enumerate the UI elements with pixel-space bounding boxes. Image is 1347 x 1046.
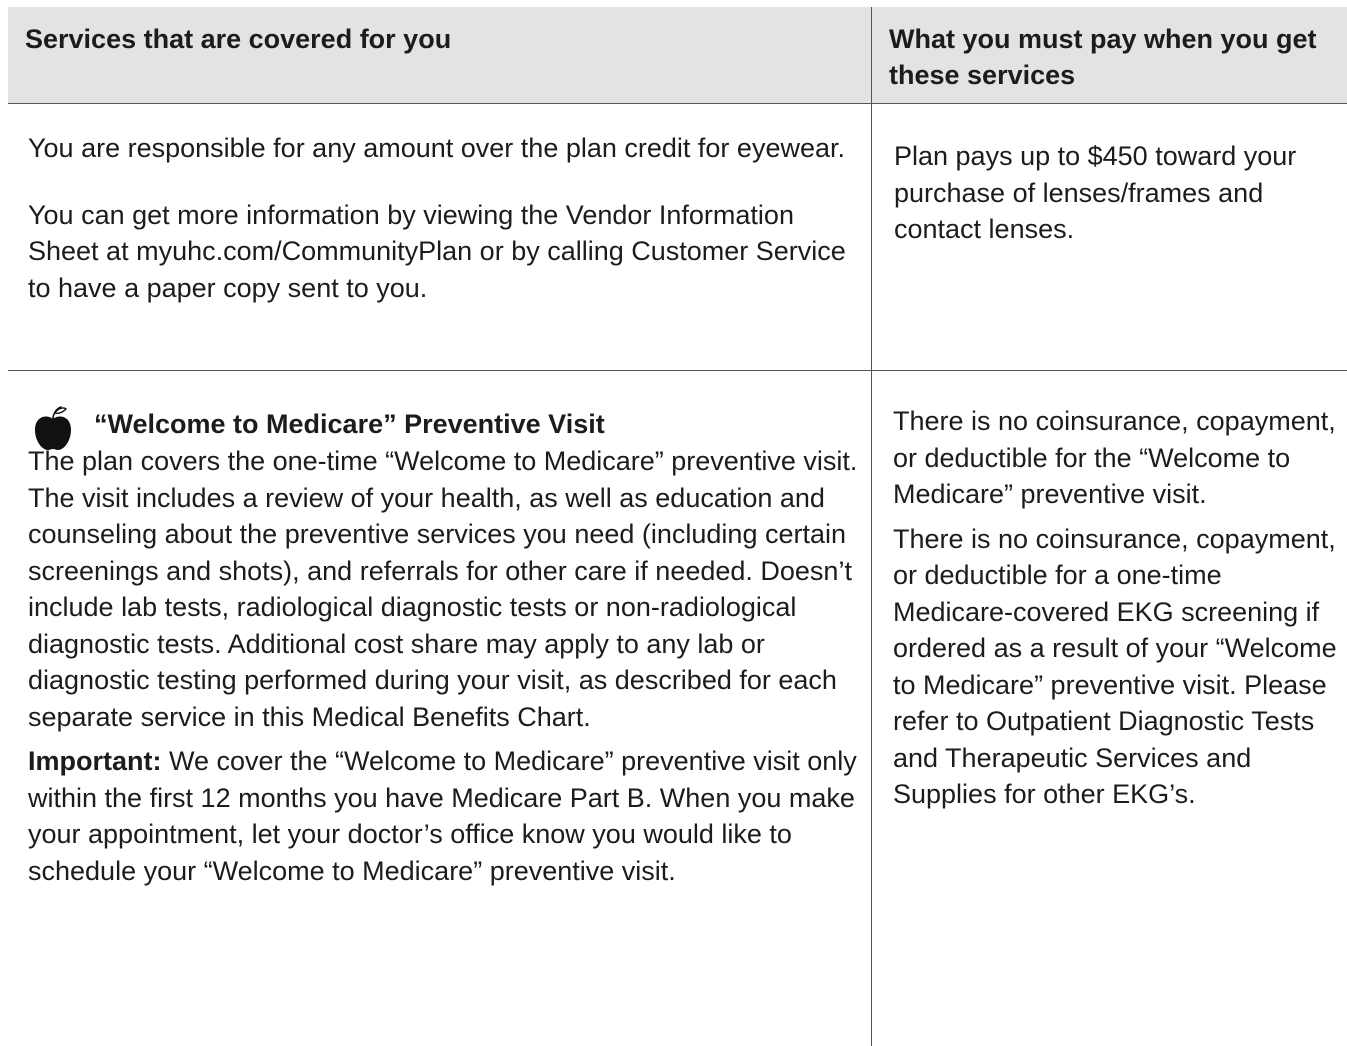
row2-paragraph-coverage: The plan covers the one-time “Welcome to… — [28, 446, 858, 732]
row1-services-cell: You are responsible for any amount over … — [28, 130, 858, 306]
row2-payment-cell: There is no coinsurance, copayment, or d… — [893, 403, 1338, 813]
header-what-you-pay: What you must pay when you get these ser… — [889, 24, 1317, 90]
row1-paragraph-eyewear: You are responsible for any amount over … — [28, 133, 845, 163]
table-header: Services that are covered for you What y… — [8, 7, 1347, 104]
row1-payment-cell: Plan pays up to $450 toward your purchas… — [894, 138, 1339, 248]
benefits-table: Services that are covered for you What y… — [8, 7, 1347, 1046]
row2-payment-text-visit: There is no coinsurance, copayment, or d… — [893, 406, 1336, 509]
important-label: Important: — [28, 746, 162, 776]
row2-payment-text-ekg: There is no coinsurance, copayment, or d… — [893, 523, 1337, 810]
welcome-to-medicare-title: “Welcome to Medicare” Preventive Visit — [94, 409, 605, 439]
column-divider — [871, 7, 872, 1046]
header-services-covered: Services that are covered for you — [25, 24, 452, 54]
row1-paragraph-vendor-info: You can get more information by viewing … — [28, 199, 846, 303]
row2-services-cell: The plan covers the one-time “Welcome to… — [28, 443, 858, 889]
row2-paragraph-important: Important: We cover the “Welcome to Medi… — [28, 743, 858, 889]
row1-payment-text: Plan pays up to $450 toward your purchas… — [894, 141, 1297, 244]
row-divider — [8, 370, 1347, 371]
